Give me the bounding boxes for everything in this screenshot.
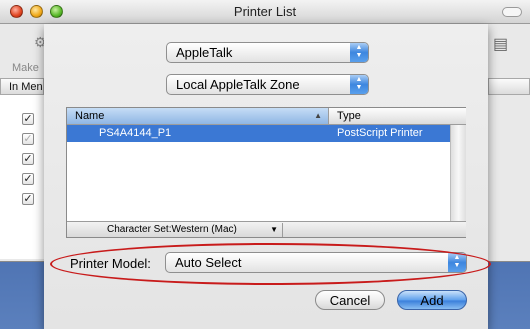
- in-menu-checkbox[interactable]: ✓: [22, 113, 34, 125]
- add-printer-sheet: AppleTalk ▲ ▼ Local AppleTalk Zone ▲ ▼ Nam…: [44, 24, 491, 329]
- connection-type-value: AppleTalk: [176, 45, 233, 60]
- printer-name-cell: PS4A4144_P1: [99, 127, 172, 139]
- column-header-right[interactable]: [488, 78, 530, 95]
- zone-value: Local AppleTalk Zone: [176, 77, 300, 92]
- popup-arrows-icon: ▲ ▼: [350, 43, 368, 62]
- in-menu-checkbox[interactable]: ✓: [22, 133, 34, 145]
- scrollbar-corner: [450, 108, 466, 125]
- chevron-down-icon: ▼: [270, 225, 278, 234]
- column-header-in-menu[interactable]: In Menu: [0, 78, 44, 95]
- window-titlebar[interactable]: Printer List: [0, 0, 530, 24]
- in-menu-checkbox[interactable]: ✓: [22, 173, 34, 185]
- character-set-value: Character Set:Western (Mac): [107, 224, 237, 235]
- printer-list-in-menu-column: ✓ ✓ ✓ ✓ ✓: [0, 95, 44, 259]
- column-header-type-label: Type: [337, 110, 361, 122]
- toolbar-toggle-button[interactable]: [502, 7, 522, 17]
- window-title: Printer List: [233, 4, 297, 19]
- printer-type-cell: PostScript Printer: [337, 127, 423, 139]
- column-header-name[interactable]: Name ▲: [67, 108, 329, 125]
- sort-ascending-icon: ▲: [314, 111, 322, 120]
- vertical-scrollbar[interactable]: [450, 125, 466, 221]
- make-default-label[interactable]: Make: [12, 62, 39, 74]
- highlight-annotation-ellipse: [50, 243, 491, 285]
- zone-popup[interactable]: Local AppleTalk Zone ▲ ▼: [166, 74, 369, 95]
- toolbar-right-icon[interactable]: ▤: [493, 34, 508, 54]
- add-button[interactable]: Add: [397, 290, 467, 310]
- table-row[interactable]: PS4A4144_P1 PostScript Printer: [67, 125, 450, 142]
- table-footer-bar: Character Set:Western (Mac) ▼: [67, 221, 466, 237]
- in-menu-checkbox[interactable]: ✓: [22, 193, 34, 205]
- column-header-name-label: Name: [75, 110, 105, 122]
- connection-type-popup[interactable]: AppleTalk ▲ ▼: [166, 42, 369, 63]
- character-set-popup[interactable]: Character Set:Western (Mac) ▼: [67, 223, 283, 237]
- printer-browser-table: Name ▲ Type PS4A4144_P1 PostScript Print…: [66, 107, 466, 238]
- column-header-type[interactable]: Type: [329, 108, 450, 125]
- popup-arrows-icon: ▲ ▼: [350, 75, 368, 94]
- cancel-button[interactable]: Cancel: [315, 290, 385, 310]
- in-menu-checkbox[interactable]: ✓: [22, 153, 34, 165]
